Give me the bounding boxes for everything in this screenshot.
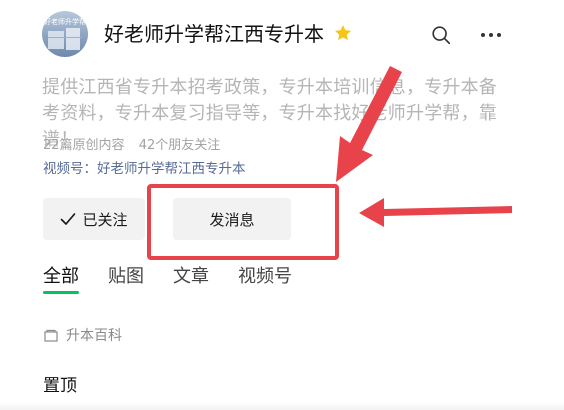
pinned-section-title: 置顶 [43,376,77,396]
category-link[interactable]: 升本百科 [44,325,122,345]
folder-icon [44,329,58,342]
tab-channels-label: 视频号 [238,266,292,287]
tab-channels[interactable]: 视频号 [238,262,292,288]
tab-all[interactable]: 全部 [43,262,79,294]
more-icon[interactable] [480,32,502,38]
bottom-edge [0,402,564,410]
tab-all-label: 全部 [43,266,79,287]
send-message-button[interactable]: 发消息 [173,198,291,240]
followed-label: 已关注 [82,210,128,229]
check-icon [61,213,76,225]
star-icon [335,25,351,41]
search-icon[interactable] [430,24,452,46]
followed-button[interactable]: 已关注 [43,198,145,240]
original-count: 22篇原创内容 [43,138,125,153]
account-stats: 22篇原创内容 42个朋友关注 [43,134,220,153]
send-message-label: 发消息 [209,210,255,229]
tab-posts[interactable]: 贴图 [108,262,144,288]
horizontal-arrow [359,198,512,227]
friends-following: 42个朋友关注 [138,138,221,153]
active-tab-indicator [43,291,79,294]
tab-posts-label: 贴图 [108,266,144,287]
avatar-building-left [48,31,64,49]
tab-articles[interactable]: 文章 [173,262,209,288]
account-avatar[interactable]: 好老师升学帮 [42,11,88,57]
category-label: 升本百科 [66,328,122,344]
account-name: 好老师升学帮江西专升本 [104,22,324,46]
tab-articles-label: 文章 [173,266,209,287]
avatar-building-right [66,28,80,50]
video-channel-link[interactable]: 视频号：好老师升学帮江西专升本 [43,157,246,177]
avatar-line [48,37,82,38]
account-header: 好老师升学帮 好老师升学帮江西专升本 [0,0,564,72]
avatar-text: 好老师升学帮 [44,18,86,26]
